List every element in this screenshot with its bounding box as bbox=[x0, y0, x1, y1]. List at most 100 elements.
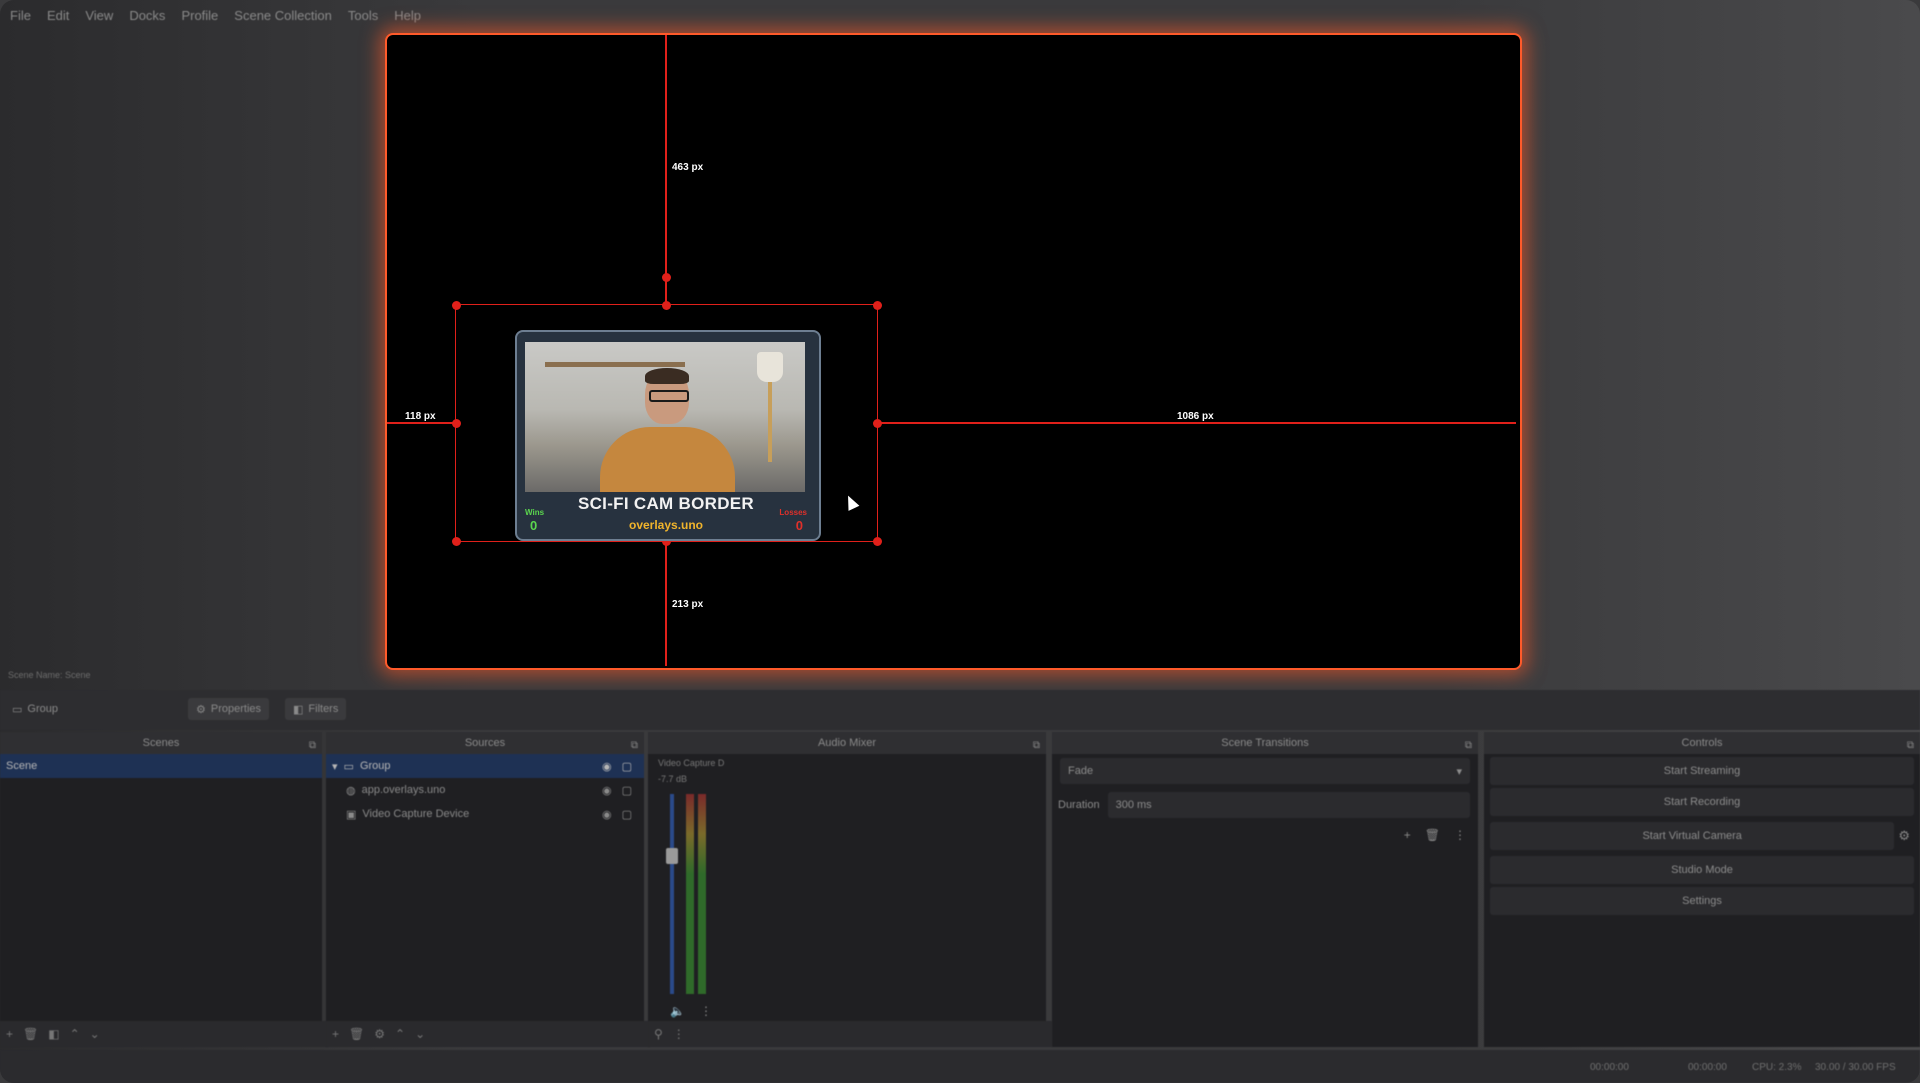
wins-label: Wins bbox=[525, 508, 545, 517]
scenes-title: Scenes bbox=[142, 737, 180, 749]
losses-label: Losses bbox=[779, 508, 807, 517]
person-hair bbox=[645, 368, 689, 384]
wins-value: 0 bbox=[530, 518, 538, 533]
volume-slider-handle[interactable] bbox=[666, 848, 678, 864]
more-options-icon[interactable]: ⋮ bbox=[700, 1004, 712, 1018]
undock-icon[interactable]: ⧉ bbox=[1907, 735, 1914, 757]
filters-button[interactable]: ◧ Filters bbox=[285, 698, 347, 720]
arrow-up-icon[interactable]: ⌃ bbox=[70, 1027, 80, 1041]
start-streaming-button[interactable]: Start Streaming bbox=[1490, 757, 1914, 785]
studio-mode-button[interactable]: Studio Mode bbox=[1490, 856, 1914, 884]
guide-top-label: 463 px bbox=[672, 162, 704, 173]
sources-dock: Sources ⧉ ▾ ▭ Group ◉ ▢ ◍ app.overlays.un… bbox=[326, 732, 650, 1047]
camera-icon: ▣ bbox=[346, 808, 357, 821]
gear-icon[interactable]: ⚙ bbox=[374, 1027, 385, 1041]
properties-button[interactable]: ⚙ Properties bbox=[188, 698, 270, 720]
cam-border-source[interactable]: SCI-FI CAM BORDER overlays.uno Wins 0 Lo… bbox=[515, 330, 821, 541]
losses-value: 0 bbox=[795, 518, 803, 533]
menu-view[interactable]: View bbox=[85, 8, 113, 23]
sources-footer: + 🗑 ⚙ ⌃ ⌄ bbox=[326, 1021, 650, 1047]
menu-scene-collection[interactable]: Scene Collection bbox=[234, 8, 332, 23]
controls-header: Controls ⧉ bbox=[1484, 732, 1920, 754]
source-item-group[interactable]: ▾ ▭ Group ◉ ▢ bbox=[326, 754, 644, 778]
duration-label: Duration bbox=[1058, 799, 1100, 811]
volume-meter-right bbox=[698, 794, 706, 994]
trash-icon[interactable]: 🗑 bbox=[23, 1027, 38, 1041]
guide-bottom bbox=[665, 541, 667, 666]
volume-slider[interactable] bbox=[670, 794, 674, 994]
eye-icon[interactable]: ◉ bbox=[602, 784, 612, 797]
lock-icon[interactable]: ▢ bbox=[622, 760, 632, 773]
scene-item[interactable]: Scene bbox=[0, 754, 322, 778]
source-item-camera[interactable]: ▣ Video Capture Device ◉ ▢ bbox=[326, 802, 644, 826]
add-icon[interactable]: + bbox=[1404, 828, 1411, 842]
trash-icon[interactable]: 🗑 bbox=[1425, 828, 1440, 842]
menu-file[interactable]: File bbox=[10, 8, 31, 23]
cam-title: SCI-FI CAM BORDER bbox=[577, 494, 755, 513]
obs-window: File Edit View Docks Profile Scene Colle… bbox=[0, 0, 1920, 1083]
globe-icon: ◍ bbox=[346, 784, 356, 797]
chevron-down-icon: ▾ bbox=[1456, 765, 1462, 778]
duration-input[interactable]: 300 ms bbox=[1107, 792, 1470, 818]
arrow-up-icon[interactable]: ⌃ bbox=[395, 1027, 405, 1041]
more-options-icon[interactable]: ⋮ bbox=[1454, 828, 1466, 842]
properties-label: Properties bbox=[210, 703, 262, 715]
add-icon[interactable]: + bbox=[332, 1027, 339, 1041]
start-virtual-camera-button[interactable]: Start Virtual Camera bbox=[1490, 822, 1895, 850]
arrow-down-icon[interactable]: ⌄ bbox=[415, 1027, 425, 1041]
source-item-browser[interactable]: ◍ app.overlays.uno ◉ ▢ bbox=[326, 778, 644, 802]
audio-mixer-title: Audio Mixer bbox=[817, 737, 877, 749]
person-body bbox=[600, 427, 735, 492]
menu-edit[interactable]: Edit bbox=[47, 8, 69, 23]
menu-tools[interactable]: Tools bbox=[348, 8, 378, 23]
undock-icon[interactable]: ⧉ bbox=[1465, 735, 1472, 757]
more-options-icon[interactable]: ⋮ bbox=[673, 1027, 685, 1041]
background-lamp bbox=[757, 352, 783, 382]
link-icon[interactable]: ⚲ bbox=[654, 1027, 663, 1041]
stream-time: 00:00:00 bbox=[1590, 1062, 1629, 1073]
resize-handle-br[interactable] bbox=[873, 537, 882, 546]
speaker-icon[interactable]: 🔈 bbox=[670, 1004, 685, 1018]
resize-handle-bl[interactable] bbox=[452, 537, 461, 546]
menu-profile[interactable]: Profile bbox=[181, 8, 218, 23]
lock-icon[interactable]: ▢ bbox=[622, 784, 632, 797]
resize-handle-tr[interactable] bbox=[873, 301, 882, 310]
transition-select[interactable]: Fade ▾ bbox=[1060, 758, 1470, 784]
lock-icon[interactable]: ▢ bbox=[622, 808, 632, 821]
eye-icon[interactable]: ◉ bbox=[602, 760, 612, 773]
virtual-camera-row: Start Virtual Camera ⚙ bbox=[1484, 819, 1920, 853]
fps-readout: 30.00 / 30.00 FPS bbox=[1815, 1062, 1896, 1073]
audio-mixer-dock: Audio Mixer ⧉ Video Capture D -7.7 dB 🔈 … bbox=[648, 732, 1052, 1047]
filters-label: Filters bbox=[308, 703, 339, 715]
undock-icon[interactable]: ⧉ bbox=[1033, 735, 1040, 757]
cpu-usage: CPU: 2.3% bbox=[1752, 1062, 1802, 1073]
scenes-dock-header: Scenes ⧉ bbox=[0, 732, 322, 754]
source-label: app.overlays.uno bbox=[361, 784, 446, 796]
trash-icon[interactable]: 🗑 bbox=[349, 1027, 364, 1041]
filter-icon[interactable]: ◧ bbox=[48, 1027, 59, 1041]
transition-buttons: + 🗑 ⋮ bbox=[1404, 828, 1466, 842]
glasses bbox=[649, 390, 689, 402]
menu-help[interactable]: Help bbox=[394, 8, 421, 23]
channel-db: -7.7 dB bbox=[658, 774, 688, 784]
start-recording-button[interactable]: Start Recording bbox=[1490, 788, 1914, 816]
gear-icon[interactable]: ⚙ bbox=[1898, 828, 1910, 844]
add-icon[interactable]: + bbox=[6, 1027, 13, 1041]
chevron-down-icon[interactable]: ▾ bbox=[332, 760, 338, 773]
resize-handle-tl[interactable] bbox=[452, 301, 461, 310]
transition-value: Fade bbox=[1068, 765, 1094, 777]
resize-handle-tm[interactable] bbox=[662, 301, 671, 310]
guide-right-label: 1086 px bbox=[1177, 411, 1214, 422]
audio-mixer-header: Audio Mixer ⧉ bbox=[648, 732, 1046, 754]
status-bar: 00:00:00 00:00:00 CPU: 2.3% 30.00 / 30.0… bbox=[0, 1050, 1920, 1083]
scene-name-bar: Scene Name: Scene bbox=[8, 670, 91, 680]
arrow-down-icon[interactable]: ⌄ bbox=[90, 1027, 100, 1041]
channel-name: Video Capture D bbox=[658, 758, 725, 768]
guide-right bbox=[877, 422, 1516, 424]
gear-icon: ⚙ bbox=[196, 703, 206, 716]
guide-left-label: 118 px bbox=[405, 411, 436, 422]
menu-docks[interactable]: Docks bbox=[129, 8, 165, 23]
guide-top bbox=[665, 35, 667, 305]
settings-button[interactable]: Settings bbox=[1490, 887, 1914, 915]
eye-icon[interactable]: ◉ bbox=[602, 808, 612, 821]
